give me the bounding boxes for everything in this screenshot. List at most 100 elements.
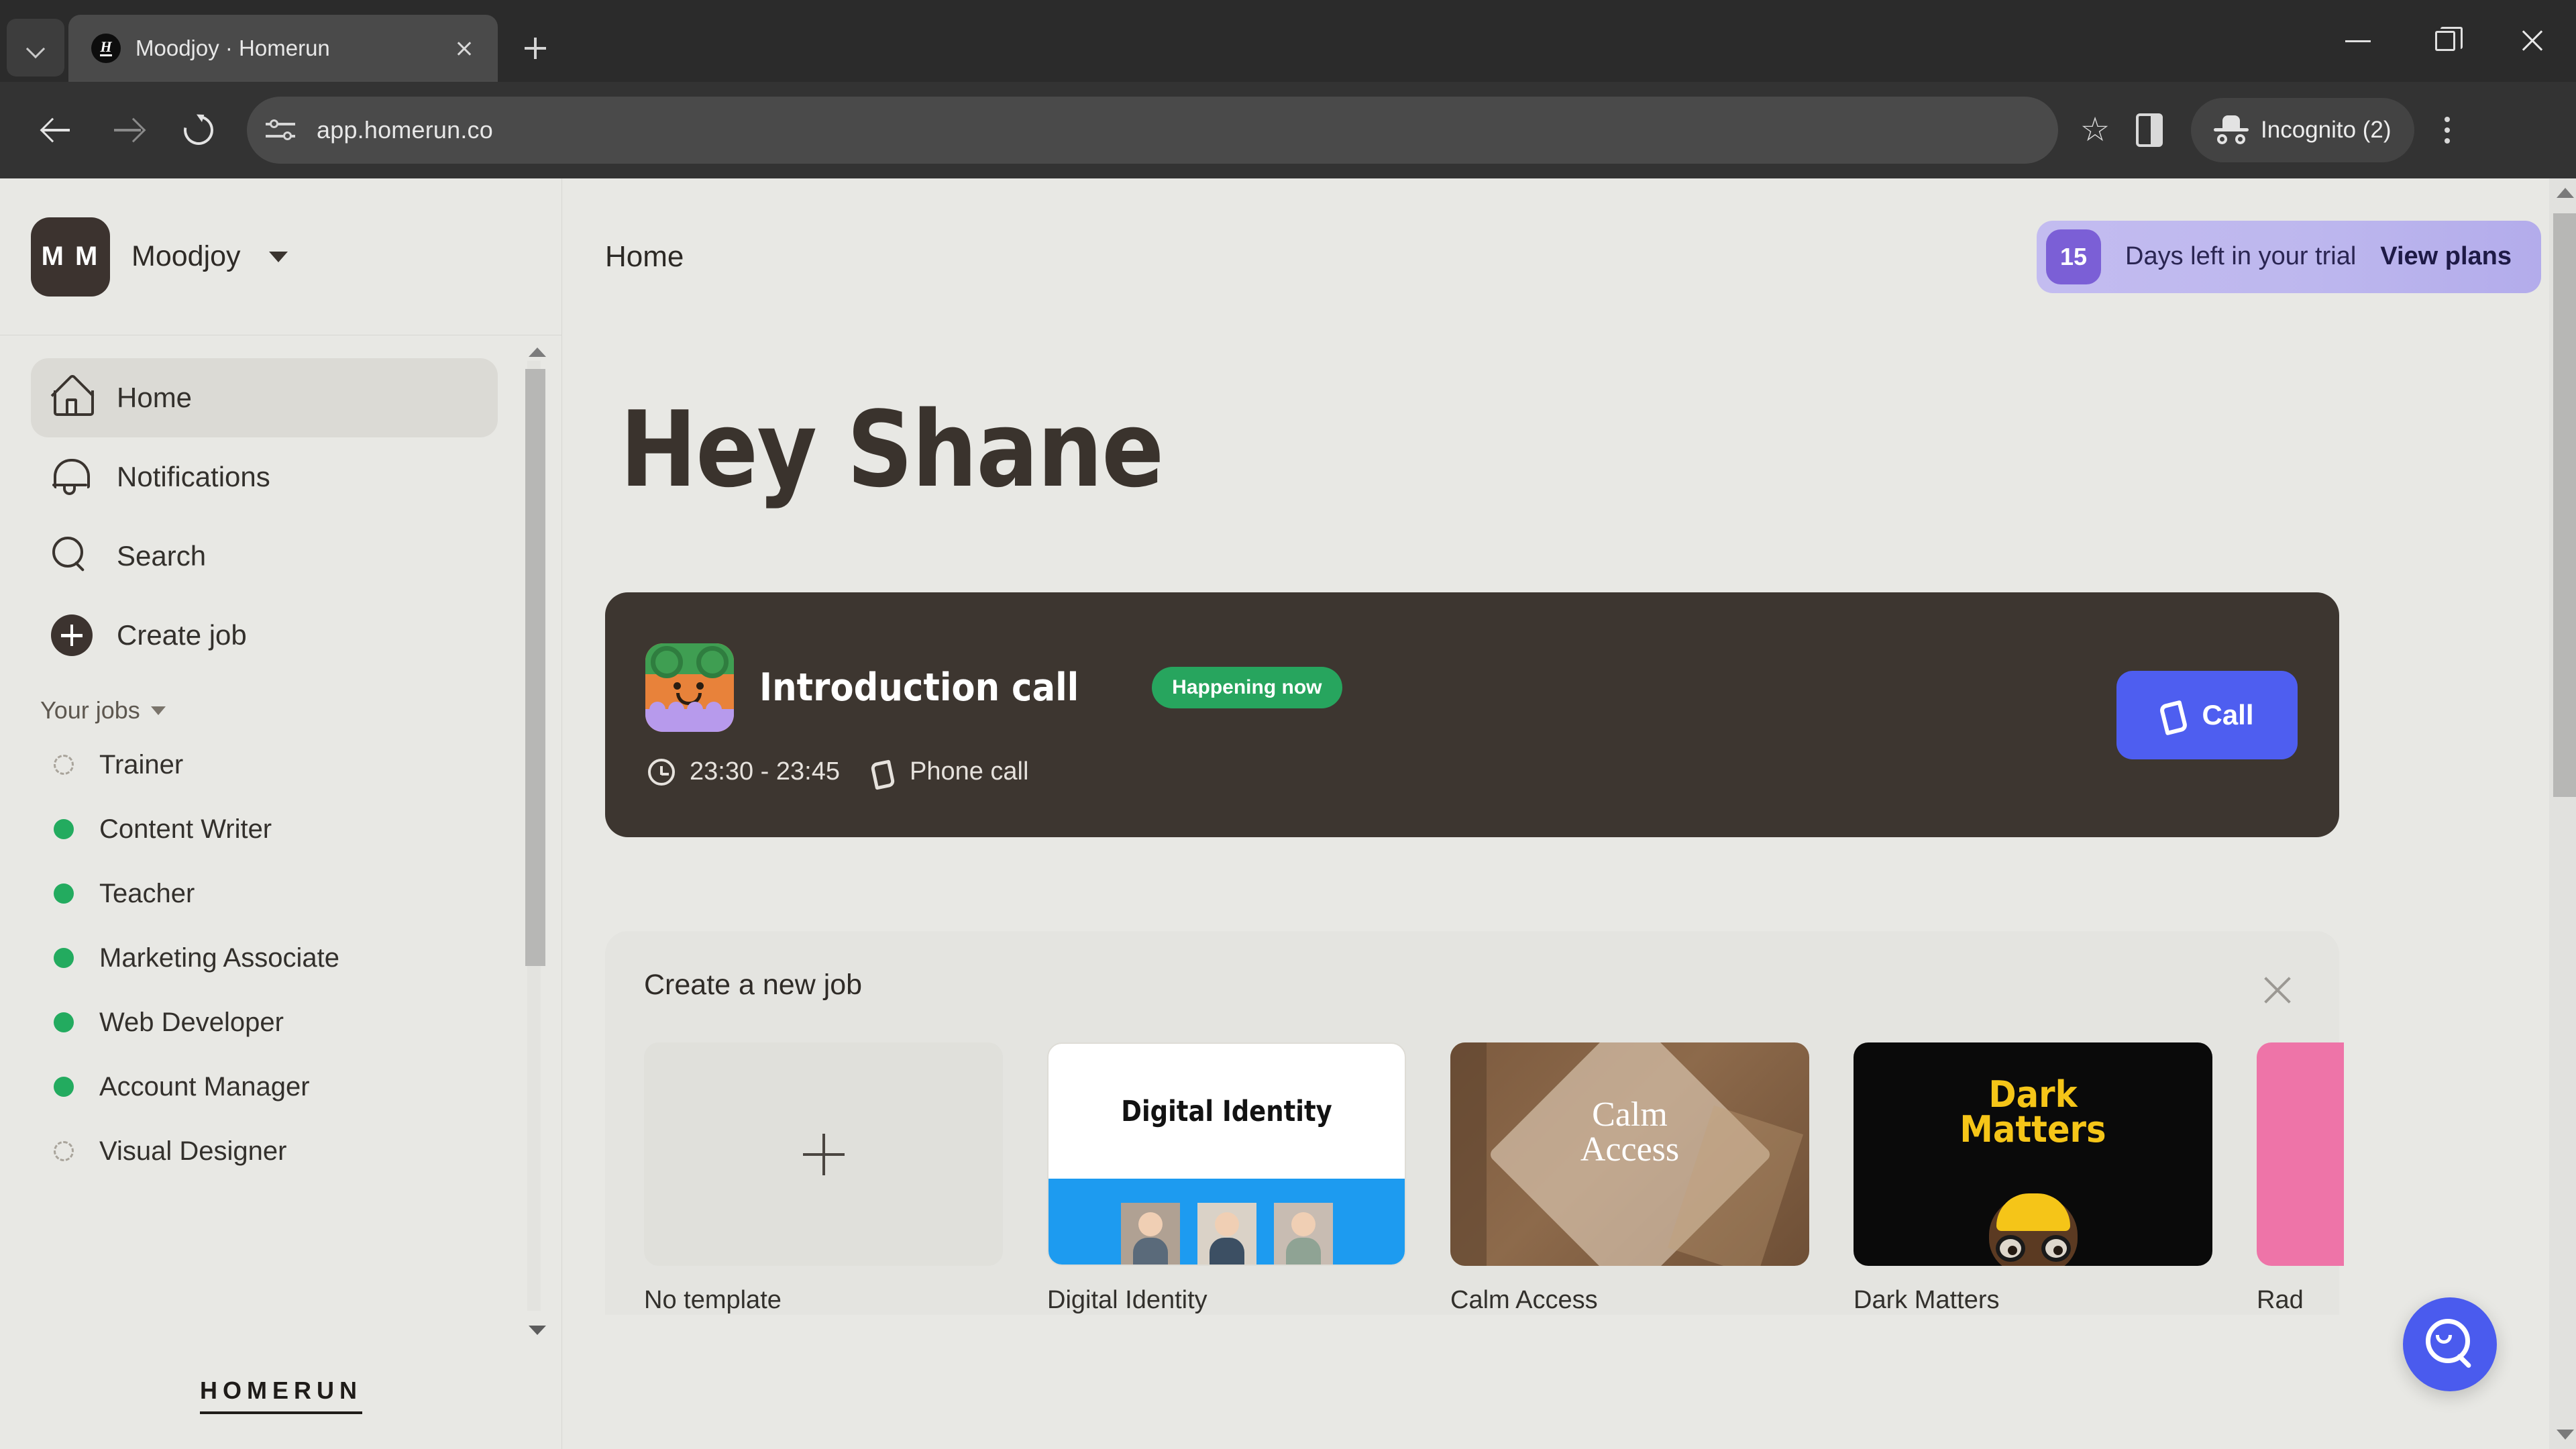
template-cover-text-line2: Access bbox=[1580, 1130, 1680, 1169]
incognito-icon bbox=[2214, 115, 2249, 145]
sidebar-job-marketing-associate[interactable]: Marketing Associate bbox=[0, 926, 562, 990]
status-dot-draft bbox=[54, 755, 74, 775]
chevron-down-icon bbox=[27, 39, 44, 56]
sidebar-job-content-writer[interactable]: Content Writer bbox=[0, 797, 562, 861]
template-thumbnail: Dark Matters bbox=[1854, 1042, 2212, 1266]
status-dot-published bbox=[54, 1077, 74, 1097]
search-fab-button[interactable] bbox=[2403, 1297, 2497, 1391]
sidebar-item-search[interactable]: Search bbox=[31, 517, 498, 596]
template-card-no-template[interactable]: No template bbox=[644, 1042, 1003, 1315]
arrow-left-icon bbox=[42, 115, 71, 145]
status-dot-published bbox=[54, 819, 74, 839]
main-header: Home 15 Days left in your trial View pla… bbox=[562, 178, 2576, 335]
tab-strip: H Moodjoy · Homerun bbox=[0, 0, 2576, 82]
job-label: Visual Designer bbox=[99, 1136, 287, 1166]
plus-circle-icon bbox=[51, 614, 93, 656]
sidebar-item-label: Home bbox=[117, 382, 193, 413]
sidebar-item-label: Search bbox=[117, 540, 207, 572]
back-button[interactable] bbox=[24, 98, 89, 162]
plus-icon bbox=[802, 1133, 845, 1175]
sidebar-job-trainer[interactable]: Trainer bbox=[0, 733, 562, 797]
scroll-down-arrow-icon[interactable] bbox=[529, 1326, 546, 1335]
close-icon[interactable] bbox=[448, 32, 480, 64]
job-label: Content Writer bbox=[99, 814, 272, 844]
scroll-up-arrow-icon[interactable] bbox=[2557, 188, 2574, 198]
template-name: No template bbox=[644, 1286, 782, 1314]
template-thumbnail: Calm Access bbox=[1450, 1042, 1809, 1266]
tab-title: Moodjoy · Homerun bbox=[136, 36, 330, 60]
incognito-label: Incognito (2) bbox=[2261, 117, 2392, 143]
page-scrollbar[interactable] bbox=[2549, 178, 2576, 1449]
candidate-avatar bbox=[645, 643, 734, 732]
sidebar-job-teacher[interactable]: Teacher bbox=[0, 861, 562, 926]
page-viewport: M M Moodjoy Home Notifications Search Cr… bbox=[0, 178, 2576, 1449]
side-panel-icon bbox=[2136, 113, 2163, 147]
bell-icon bbox=[51, 456, 93, 498]
event-time: 23:30 - 23:45 bbox=[690, 757, 840, 786]
event-title-row: Introduction call Happening now bbox=[645, 643, 1342, 732]
create-new-job-title: Create a new job bbox=[644, 969, 863, 1001]
trial-banner[interactable]: 15 Days left in your trial View plans bbox=[2037, 220, 2541, 293]
maximize-button[interactable] bbox=[2402, 0, 2489, 82]
close-window-icon bbox=[2519, 28, 2546, 54]
your-jobs-label: Your jobs bbox=[40, 696, 140, 724]
create-new-job-header: Create a new job bbox=[644, 969, 2303, 1009]
close-icon[interactable] bbox=[2259, 971, 2296, 1009]
new-tab-button[interactable] bbox=[510, 23, 561, 74]
address-bar[interactable]: app.homerun.co bbox=[247, 97, 2058, 164]
scroll-up-arrow-icon[interactable] bbox=[529, 347, 546, 357]
browser-window: H Moodjoy · Homerun app.homerun.co ☆ Inc… bbox=[0, 0, 2576, 1449]
minimize-button[interactable] bbox=[2314, 0, 2402, 82]
template-card-rad[interactable]: Rad bbox=[2257, 1042, 2344, 1315]
sidebar-footer: HOMERUN bbox=[0, 1342, 562, 1449]
sidebar-item-create-job[interactable]: Create job bbox=[31, 596, 498, 675]
template-thumbnail bbox=[2257, 1042, 2344, 1266]
create-new-job-panel: Create a new job No template Digital Ide… bbox=[605, 931, 2344, 1315]
incognito-profile-chip[interactable]: Incognito (2) bbox=[2191, 98, 2414, 162]
template-name: Calm Access bbox=[1450, 1286, 1598, 1314]
sidebar-item-home[interactable]: Home bbox=[31, 358, 498, 437]
sidebar-scroll-area: Home Notifications Search Create job You… bbox=[0, 335, 562, 1342]
sidebar-job-account-manager[interactable]: Account Manager bbox=[0, 1055, 562, 1119]
browser-toolbar: app.homerun.co ☆ Incognito (2) bbox=[0, 82, 2576, 178]
template-list: No template Digital Identity Digital Ide… bbox=[644, 1042, 2344, 1315]
sidebar-item-label: Notifications bbox=[117, 461, 270, 492]
sidebar-job-web-developer[interactable]: Web Developer bbox=[0, 990, 562, 1055]
scroll-down-arrow-icon[interactable] bbox=[2557, 1430, 2574, 1440]
chevron-down-icon bbox=[268, 251, 288, 262]
your-jobs-section-toggle[interactable]: Your jobs bbox=[0, 675, 562, 733]
template-card-calm-access[interactable]: Calm Access Calm Access bbox=[1450, 1042, 1809, 1315]
sidebar-item-notifications[interactable]: Notifications bbox=[31, 437, 498, 517]
org-switcher[interactable]: M M Moodjoy bbox=[0, 178, 562, 335]
home-icon bbox=[51, 377, 94, 419]
phone-icon bbox=[871, 760, 895, 784]
upcoming-event-card[interactable]: Introduction call Happening now 23:30 - … bbox=[605, 592, 2339, 837]
main-content: Home 15 Days left in your trial View pla… bbox=[562, 178, 2576, 1449]
sidebar-scrollbar[interactable] bbox=[522, 341, 546, 1342]
search-smile-icon bbox=[2422, 1316, 2478, 1373]
chrome-menu-button[interactable] bbox=[2424, 101, 2471, 159]
trial-days-badge: 15 bbox=[2046, 229, 2102, 284]
browser-tab[interactable]: H Moodjoy · Homerun bbox=[68, 15, 498, 82]
sidebar-job-visual-designer[interactable]: Visual Designer bbox=[0, 1119, 562, 1183]
template-card-digital-identity[interactable]: Digital Identity Digital Identity bbox=[1047, 1042, 1406, 1315]
side-panel-button[interactable] bbox=[2117, 98, 2182, 162]
page-scrollbar-thumb[interactable] bbox=[2553, 213, 2576, 797]
template-name: Digital Identity bbox=[1047, 1286, 1208, 1314]
reload-button[interactable] bbox=[166, 98, 231, 162]
status-dot-published bbox=[54, 883, 74, 904]
call-button[interactable]: Call bbox=[2116, 670, 2298, 759]
template-thumbnail bbox=[644, 1042, 1003, 1266]
sidebar-scrollbar-thumb[interactable] bbox=[525, 369, 545, 966]
forward-button[interactable] bbox=[95, 98, 160, 162]
close-window-button[interactable] bbox=[2489, 0, 2576, 82]
view-plans-link[interactable]: View plans bbox=[2380, 242, 2512, 271]
template-name: Rad bbox=[2257, 1286, 2304, 1314]
site-settings-icon[interactable] bbox=[266, 113, 299, 147]
homerun-logo: HOMERUN bbox=[200, 1377, 362, 1414]
tab-search-button[interactable] bbox=[7, 19, 64, 76]
template-card-dark-matters[interactable]: Dark Matters Dark Matters bbox=[1854, 1042, 2212, 1315]
bookmark-star-icon[interactable]: ☆ bbox=[2077, 113, 2113, 148]
template-cover-photos bbox=[1049, 1179, 1405, 1265]
template-name: Dark Matters bbox=[1854, 1286, 2000, 1314]
